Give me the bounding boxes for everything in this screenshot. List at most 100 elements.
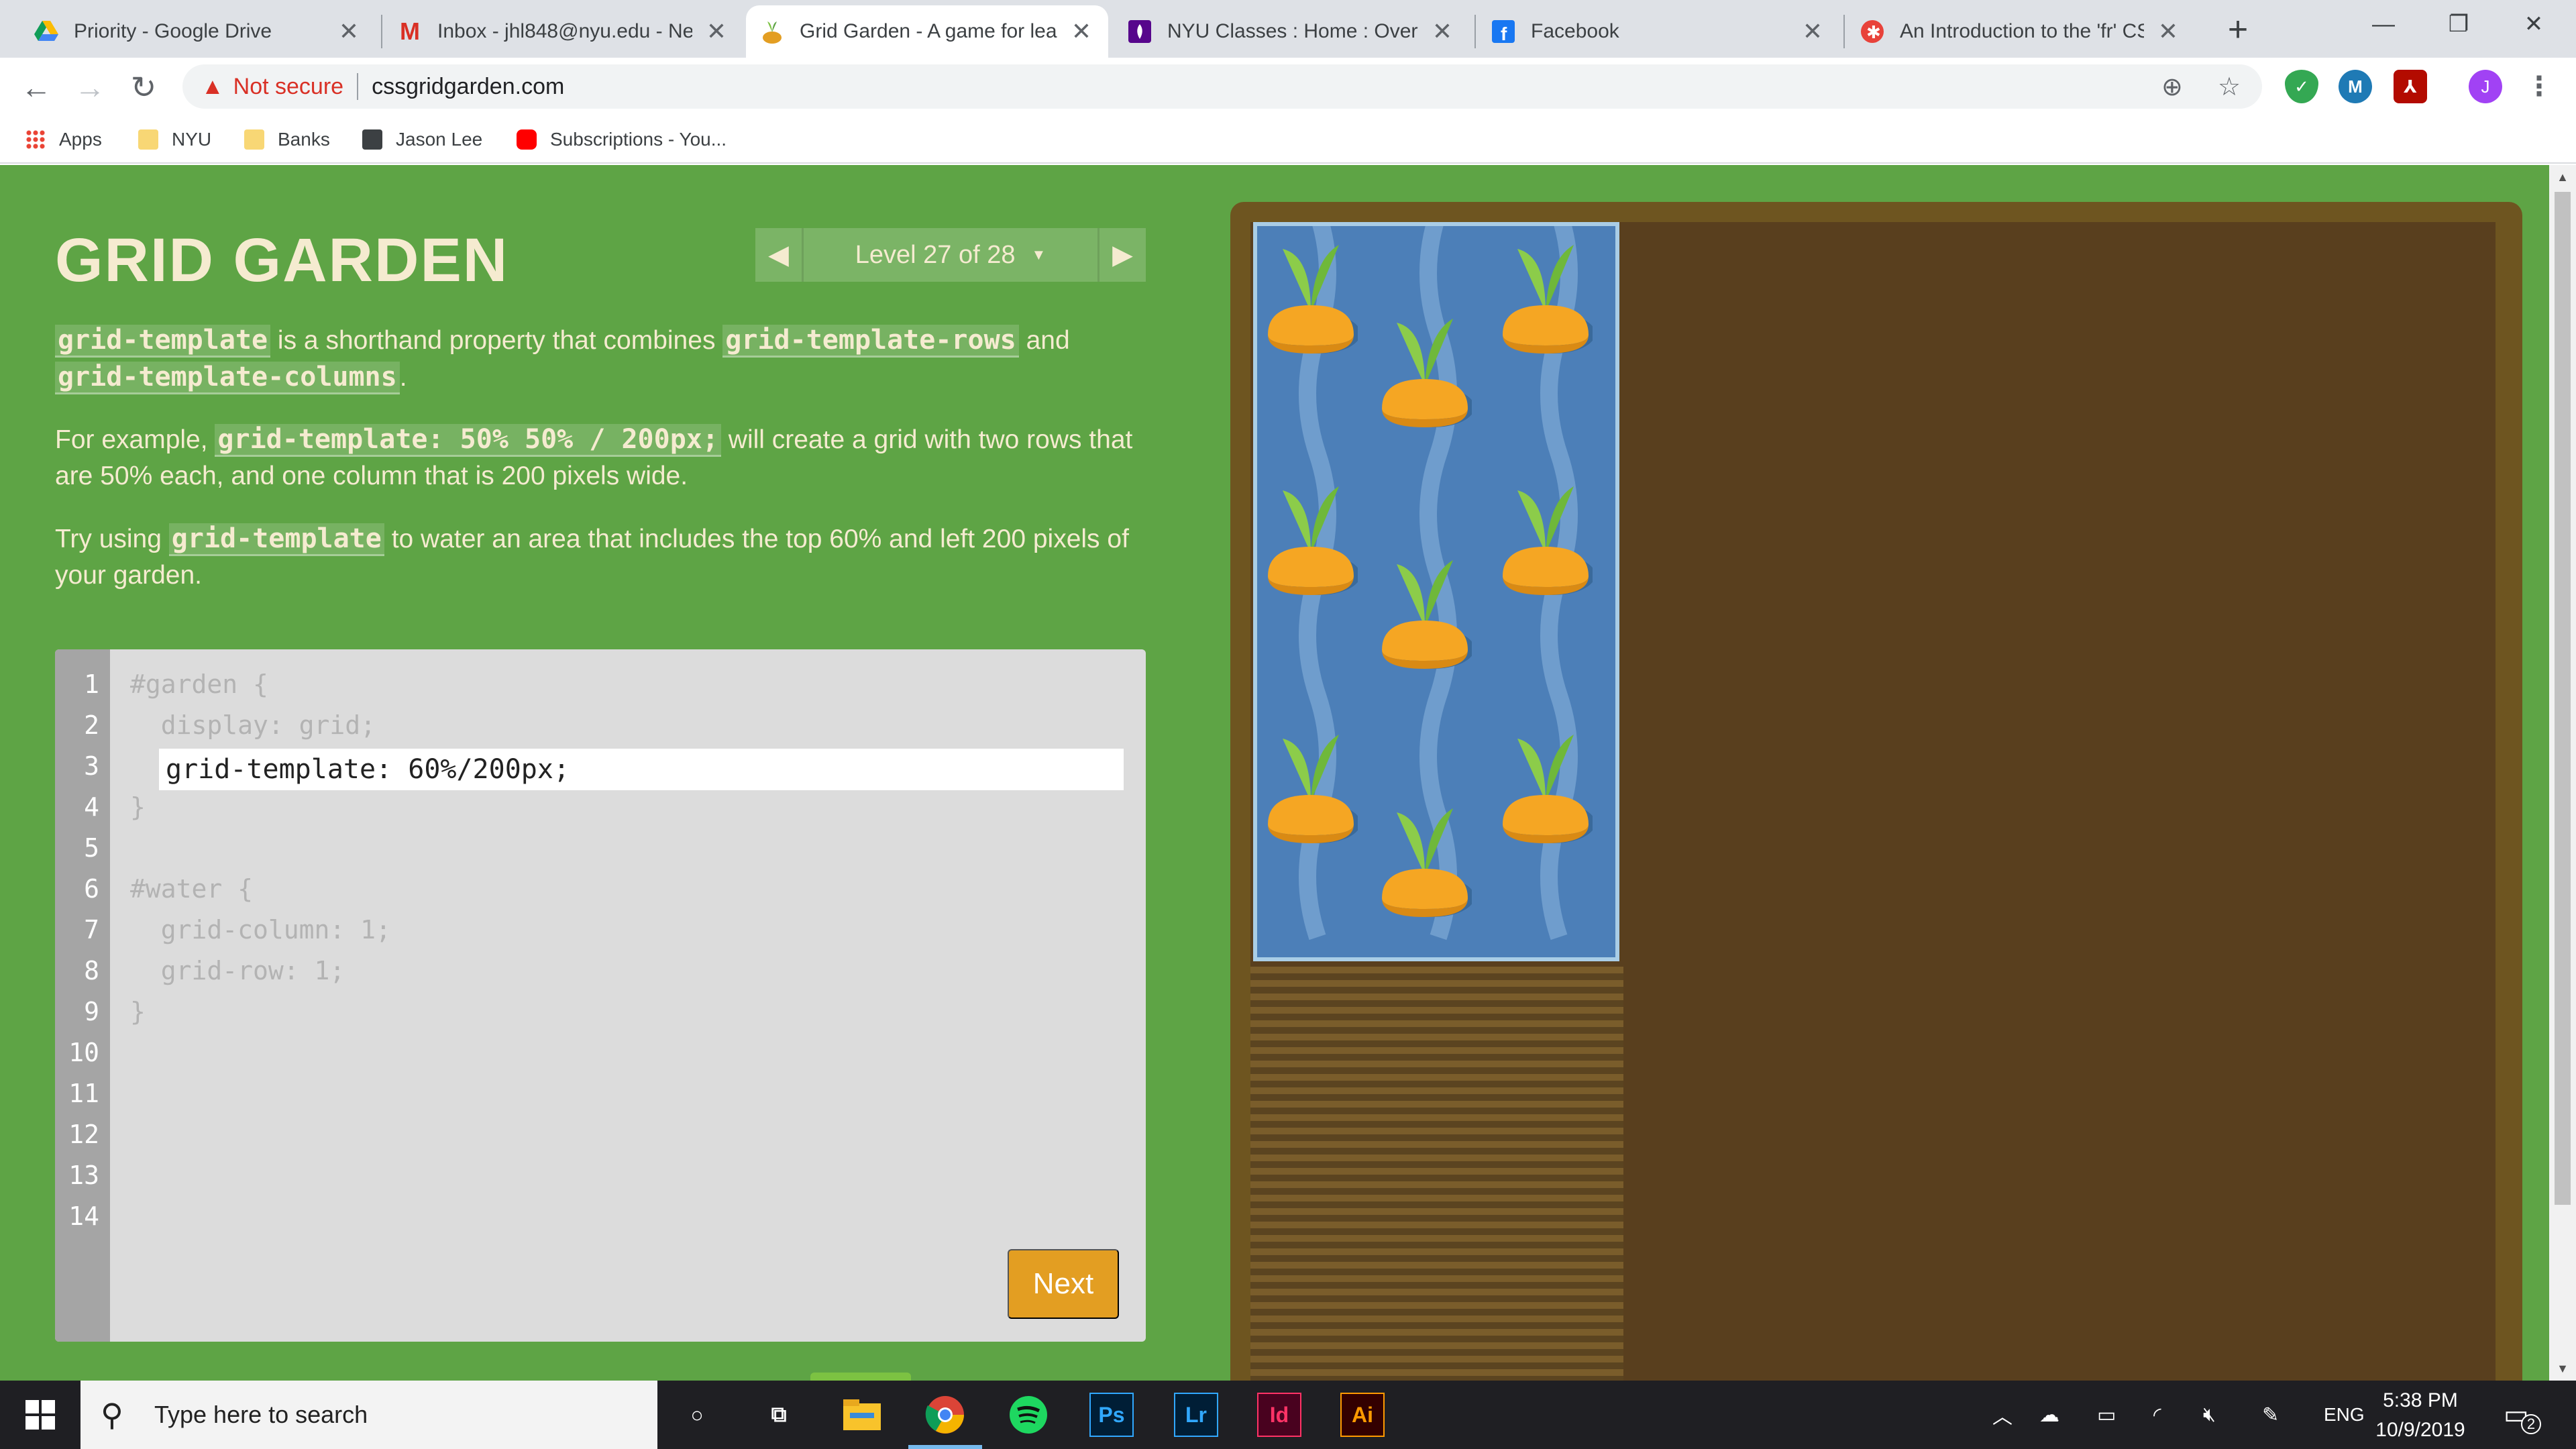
security-label[interactable]: Not secure xyxy=(233,74,343,100)
pen-icon[interactable]: ✎ xyxy=(2262,1381,2279,1449)
bookmark-star-icon[interactable]: ☆ xyxy=(2218,64,2241,109)
restore-button[interactable]: ❐ xyxy=(2422,0,2496,48)
reload-button[interactable]: ↻ xyxy=(123,67,164,107)
adobe-pdf-icon[interactable]: ⅄ xyxy=(2394,70,2427,103)
next-level-button[interactable]: ▶ xyxy=(1097,228,1146,282)
scroll-down-icon[interactable]: ▼ xyxy=(2549,1356,2576,1381)
battery-icon[interactable]: ▭ xyxy=(2097,1381,2116,1449)
close-tab-icon[interactable]: ✕ xyxy=(1068,17,1095,46)
bookmark-subscriptions[interactable]: Subscriptions - You... xyxy=(517,125,727,154)
tab-facebook[interactable]: f Facebook ✕ xyxy=(1477,5,1839,58)
next-button[interactable]: Next xyxy=(1008,1249,1119,1319)
task-view-icon[interactable]: ⧉ xyxy=(757,1393,801,1437)
level-navigator: ◀ Level 27 of 28 ▼ ▶ xyxy=(755,228,1146,282)
bookmark-banks[interactable]: Banks xyxy=(244,125,330,154)
line-number: 6 xyxy=(84,874,99,904)
windows-logo-icon xyxy=(25,1400,55,1430)
file-explorer-icon[interactable] xyxy=(840,1393,884,1437)
css-answer-input[interactable] xyxy=(159,749,1124,790)
bookmark-label: NYU xyxy=(172,129,212,150)
bookmark-jason-lee[interactable]: Jason Lee xyxy=(362,125,482,154)
folder-icon xyxy=(138,129,158,150)
code-line: } xyxy=(130,997,146,1026)
new-tab-button[interactable]: + xyxy=(2218,9,2258,50)
bookmark-label: Apps xyxy=(59,129,102,150)
volume-muted-icon[interactable]: 🔇︎ xyxy=(2203,1381,2216,1449)
tab-css-tricks[interactable]: ✱ An Introduction to the 'fr' CS ✕ xyxy=(1846,5,2195,58)
windows-taskbar: ⚲ Type here to search ○ ⧉ Ps Lr Id Ai ︿ … xyxy=(0,1381,2576,1449)
bookmark-nyu[interactable]: NYU xyxy=(138,125,211,154)
carrot-icon xyxy=(1268,486,1358,595)
profile-avatar[interactable]: J xyxy=(2469,70,2502,103)
line-number: 9 xyxy=(84,997,99,1026)
code-term: grid-template: 50% 50% / 200px; xyxy=(215,424,721,457)
spotify-icon[interactable] xyxy=(1006,1393,1051,1437)
code-line: #garden { xyxy=(130,669,268,699)
bookmarks-bar: Apps NYU Banks Jason Lee Subscriptions -… xyxy=(0,115,2576,164)
wifi-icon[interactable]: ◜ xyxy=(2153,1381,2161,1449)
code-line: grid-row: 1; xyxy=(130,956,345,985)
tab-google-drive[interactable]: Priority - Google Drive ✕ xyxy=(20,5,376,58)
css-editor: 1 2 3 4 5 6 7 8 9 10 11 12 13 14 #garden… xyxy=(55,649,1146,1342)
previous-level-button[interactable]: ◀ xyxy=(755,228,804,282)
show-hidden-icons-icon[interactable]: ︿ xyxy=(1992,1381,2012,1449)
code-term: grid-template-rows xyxy=(722,325,1019,358)
url-text[interactable]: cssgridgarden.com xyxy=(372,74,564,100)
illustrator-icon[interactable]: Ai xyxy=(1340,1393,1385,1437)
tab-grid-garden[interactable]: Grid Garden - A game for lea ✕ xyxy=(746,5,1108,58)
action-center-icon[interactable]: ▭ 2 xyxy=(2504,1381,2541,1449)
photoshop-icon[interactable]: Ps xyxy=(1089,1393,1134,1437)
nyu-icon xyxy=(1127,19,1152,44)
bookmark-label: Jason Lee xyxy=(396,129,483,150)
scroll-up-icon[interactable]: ▲ xyxy=(2549,165,2576,189)
address-bar[interactable]: ▲ Not secure cssgridgarden.com ⊕ ☆ xyxy=(182,64,2262,109)
line-number: 1 xyxy=(84,669,99,699)
carrot-icon xyxy=(1503,735,1593,843)
tab-gmail[interactable]: M Inbox - jhl848@nyu.edu - Ne ✕ xyxy=(384,5,743,58)
line-number: 12 xyxy=(68,1120,99,1149)
line-number: 8 xyxy=(84,956,99,985)
shield-extension-icon[interactable]: ✓ xyxy=(2285,70,2318,103)
tab-title: Inbox - jhl848@nyu.edu - Ne xyxy=(437,20,692,42)
tab-nyu-classes[interactable]: NYU Classes : Home : Overvi ✕ xyxy=(1114,5,1469,58)
cortana-icon[interactable]: ○ xyxy=(675,1393,719,1437)
level-label: Level 27 of 28 xyxy=(855,240,1016,269)
close-tab-icon[interactable]: ✕ xyxy=(335,17,362,46)
tab-title: Facebook xyxy=(1531,20,1619,42)
code-line: #water { xyxy=(130,874,254,904)
close-tab-icon[interactable]: ✕ xyxy=(703,17,730,46)
code-line: grid-column: 1; xyxy=(130,915,391,945)
line-number: 3 xyxy=(84,751,99,781)
line-number: 13 xyxy=(68,1161,99,1190)
instruction-paragraph-1: grid-template is a shorthand property th… xyxy=(55,322,1155,396)
bookmark-apps[interactable]: Apps xyxy=(25,125,102,154)
minimize-button[interactable]: — xyxy=(2347,0,2420,48)
code-term: grid-template xyxy=(168,523,384,556)
cube-icon xyxy=(362,129,382,150)
mailtrack-extension-icon[interactable]: M xyxy=(2339,70,2372,103)
scroll-thumb[interactable] xyxy=(2555,192,2571,1205)
onedrive-icon[interactable]: ☁ xyxy=(2039,1381,2059,1449)
indesign-icon[interactable]: Id xyxy=(1257,1393,1301,1437)
zoom-icon[interactable]: ⊕ xyxy=(2161,64,2183,109)
close-tab-icon[interactable]: ✕ xyxy=(2155,17,2182,46)
taskbar-search[interactable]: ⚲ Type here to search xyxy=(80,1381,657,1449)
browser-toolbar: ← → ↻ ▲ Not secure cssgridgarden.com ⊕ ☆… xyxy=(0,58,2576,115)
back-button[interactable]: ← xyxy=(16,67,56,107)
lightroom-icon[interactable]: Lr xyxy=(1174,1393,1218,1437)
menu-kebab-icon[interactable]: ⋮ xyxy=(2522,70,2556,103)
forward-button[interactable]: → xyxy=(70,67,110,107)
page-scrollbar[interactable]: ▲ ▼ xyxy=(2549,165,2576,1381)
tab-title: An Introduction to the 'fr' CS xyxy=(1900,20,2144,42)
google-drive-icon xyxy=(34,19,59,44)
code-line: display: grid; xyxy=(130,710,376,740)
chrome-icon[interactable] xyxy=(923,1393,967,1437)
close-tab-icon[interactable]: ✕ xyxy=(1429,17,1456,46)
start-button[interactable] xyxy=(0,1381,80,1449)
code-line: } xyxy=(130,792,146,822)
close-tab-icon[interactable]: ✕ xyxy=(1799,17,1826,46)
level-selector[interactable]: Level 27 of 28 ▼ xyxy=(804,228,1097,282)
close-window-button[interactable]: ✕ xyxy=(2497,0,2571,48)
search-placeholder: Type here to search xyxy=(154,1401,368,1428)
system-clock[interactable]: 5:38 PM 10/9/2019 xyxy=(2353,1386,2487,1445)
